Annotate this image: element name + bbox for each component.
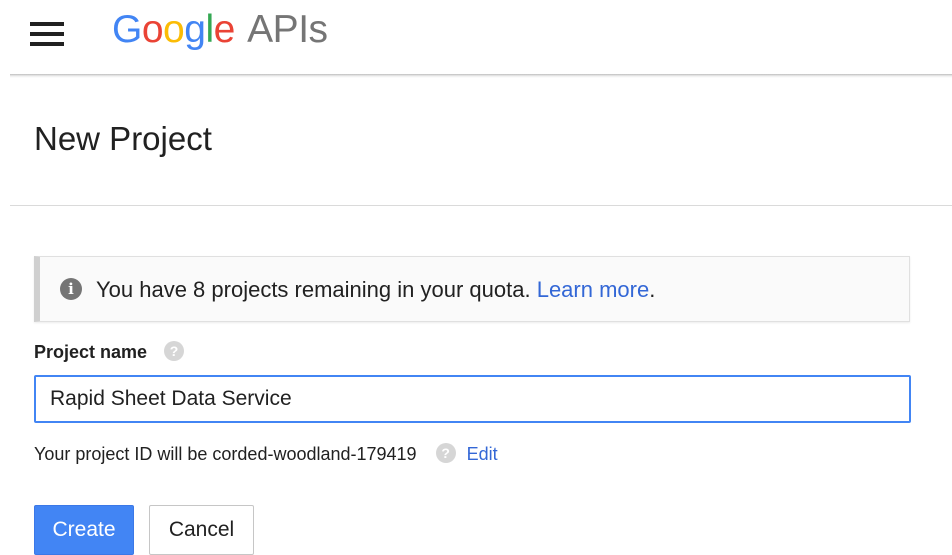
cancel-button[interactable]: Cancel bbox=[149, 505, 254, 555]
divider bbox=[10, 205, 952, 206]
project-name-label-text: Project name bbox=[34, 342, 148, 362]
app-bar-shadow bbox=[10, 74, 952, 78]
top-app-bar: Google APIs bbox=[0, 0, 952, 72]
help-icon[interactable]: ? bbox=[164, 341, 185, 362]
quota-info-banner: i You have 8 projects remaining in your … bbox=[34, 256, 910, 322]
project-name-label: Project name ? bbox=[34, 341, 185, 363]
logo-suffix: APIs bbox=[247, 8, 328, 51]
logo-letter: o bbox=[141, 8, 164, 51]
project-id-line: Your project ID will be corded-woodland-… bbox=[34, 443, 498, 465]
logo-letter: g bbox=[184, 8, 206, 51]
logo-letter: G bbox=[112, 8, 142, 51]
help-icon[interactable]: ? bbox=[435, 443, 456, 464]
hamburger-menu-icon[interactable] bbox=[30, 22, 66, 46]
project-name-input[interactable] bbox=[34, 375, 911, 423]
quota-message: You have 8 projects remaining in your qu… bbox=[96, 277, 655, 303]
logo-letter: l bbox=[205, 8, 214, 51]
logo-letter: o bbox=[163, 8, 185, 51]
quota-message-text: You have 8 projects remaining in your qu… bbox=[96, 277, 531, 302]
google-apis-logo[interactable]: Google APIs bbox=[112, 8, 328, 52]
learn-more-link[interactable]: Learn more bbox=[537, 277, 650, 302]
info-icon: i bbox=[60, 278, 82, 300]
project-id-text: Your project ID will be corded-woodland-… bbox=[34, 444, 417, 464]
quota-message-period: . bbox=[649, 277, 656, 302]
edit-project-id-link[interactable]: Edit bbox=[467, 444, 498, 464]
logo-letter: e bbox=[213, 8, 236, 51]
create-button[interactable]: Create bbox=[34, 505, 134, 555]
page-title: New Project bbox=[34, 120, 212, 157]
